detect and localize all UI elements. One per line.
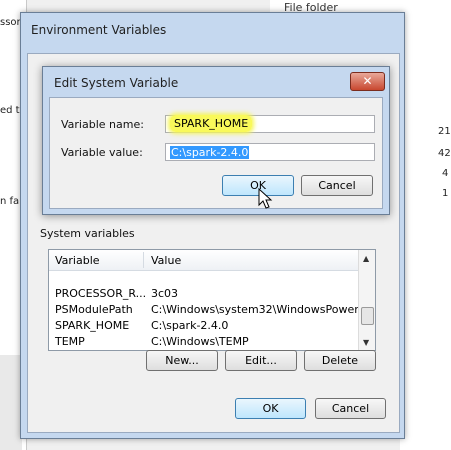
background-number: 42 xyxy=(438,148,451,159)
cancel-button[interactable]: Cancel xyxy=(315,398,386,419)
variable-value-selected-text: C:\spark-2.4.0 xyxy=(170,146,250,159)
system-variables-list[interactable]: Variable Value PROCESSOR_R... 3c03 PSMod… xyxy=(48,249,376,351)
cell-variable: SPARK_HOME xyxy=(55,319,130,332)
background-number: 21 xyxy=(438,126,451,137)
background-window-right: 21 42 4 1 xyxy=(400,0,451,450)
variable-name-value: SPARK_HOME xyxy=(170,115,253,132)
list-header: Variable Value xyxy=(49,250,359,271)
variable-name-input[interactable]: SPARK_HOME xyxy=(165,115,375,133)
variable-name-label: Variable name: xyxy=(61,118,144,131)
scroll-down-icon[interactable]: ▼ xyxy=(363,338,369,347)
cell-value: C:\Windows\TEMP xyxy=(151,335,249,348)
mouse-pointer-icon xyxy=(258,188,273,209)
table-row[interactable]: PROCESSOR_R... 3c03 xyxy=(49,285,359,301)
new-button[interactable]: New... xyxy=(146,350,218,371)
cell-value: C:\Windows\system32\WindowsPowerS... xyxy=(151,303,376,316)
background-number: 4 xyxy=(442,168,449,179)
edit-system-variable-dialog: Edit System Variable ✕ Variable name: SP… xyxy=(42,66,390,215)
cell-variable: TEMP xyxy=(55,335,85,348)
ok-button[interactable]: OK xyxy=(235,398,306,419)
cell-variable: PSModulePath xyxy=(55,303,133,316)
scroll-up-icon[interactable]: ▲ xyxy=(363,254,369,263)
variable-value-input[interactable]: C:\spark-2.4.0 xyxy=(165,143,375,161)
background-number: 1 xyxy=(442,188,449,199)
cell-value: 3c03 xyxy=(151,287,179,300)
list-scrollbar[interactable]: ▲ ▼ xyxy=(358,250,375,350)
background-panel xyxy=(0,355,22,450)
window-title: Environment Variables xyxy=(31,23,167,37)
column-header-variable[interactable]: Variable xyxy=(55,254,100,267)
variable-value-label: Variable value: xyxy=(61,146,143,159)
table-row[interactable]: SPARK_HOME C:\spark-2.4.0 xyxy=(49,317,359,333)
cell-value: C:\spark-2.4.0 xyxy=(151,319,229,332)
edit-button[interactable]: Edit... xyxy=(225,350,297,371)
close-icon[interactable]: ✕ xyxy=(350,72,385,91)
scrollbar-thumb[interactable] xyxy=(361,307,374,325)
column-header-value[interactable]: Value xyxy=(151,254,181,267)
dialog-cancel-button[interactable]: Cancel xyxy=(301,175,373,196)
table-row[interactable]: TEMP C:\Windows\TEMP xyxy=(49,333,359,349)
system-variables-label: System variables xyxy=(40,227,135,240)
table-row[interactable]: PSModulePath C:\Windows\system32\Windows… xyxy=(49,301,375,317)
dialog-client-area: Variable name: SPARK_HOME Variable value… xyxy=(49,97,383,209)
delete-button[interactable]: Delete xyxy=(304,350,376,371)
cell-variable: PROCESSOR_R... xyxy=(55,287,147,300)
column-separator xyxy=(143,252,144,268)
dialog-title: Edit System Variable xyxy=(54,76,179,90)
